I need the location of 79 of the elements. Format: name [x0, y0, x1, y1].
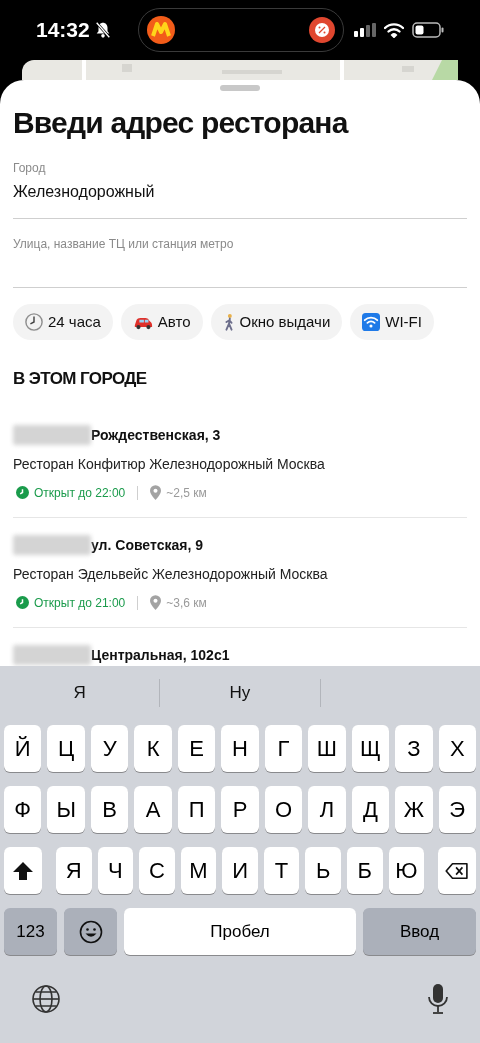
keyboard-key[interactable]: Й: [4, 725, 42, 772]
keyboard-key[interactable]: П: [177, 786, 216, 833]
distance-text: ~3,6 км: [166, 594, 207, 612]
field-value: Железнодорожный: [13, 182, 156, 202]
drag-handle[interactable]: [220, 85, 260, 91]
keyboard-key[interactable]: Е: [177, 725, 216, 772]
restaurant-address: Рождественская, 3: [91, 425, 221, 445]
city-field[interactable]: Город Железнодорожный: [13, 159, 467, 219]
keyboard-key[interactable]: У: [90, 725, 129, 772]
restaurant-name: Ресторан Конфитюр Железнодорожный Москва: [13, 454, 326, 474]
keyboard-key[interactable]: М: [180, 847, 217, 894]
keyboard-key[interactable]: Т: [263, 847, 300, 894]
restaurant-item[interactable]: ул. Советская, 9 Ресторан Эдельвейс Железнодорожный Москва Открыт до 21:00 ~3,6 км: [13, 534, 467, 628]
battery-icon: [412, 22, 444, 38]
word-suggestion[interactable]: Я: [73, 680, 86, 706]
distance-text: ~2,5 км: [166, 484, 207, 502]
open-status: Открыт до 21:00: [34, 594, 126, 612]
filter-chip[interactable]: WI-FI: [350, 304, 434, 340]
globe-icon[interactable]: [31, 984, 61, 1014]
keyboard-key[interactable]: Ю: [388, 847, 425, 894]
clock-icon: [25, 313, 43, 331]
keyboard-key[interactable]: Д: [351, 786, 390, 833]
wifi-icon: [362, 313, 381, 331]
keyboard-key[interactable]: Ч: [97, 847, 134, 894]
street-input-field[interactable]: Улица, название ТЦ или станция метро: [13, 235, 467, 288]
keyboard-key[interactable]: К: [134, 725, 172, 772]
app-logo-icon: [147, 16, 175, 44]
keyboard-key[interactable]: И: [222, 847, 258, 894]
wifi-icon: [384, 22, 404, 38]
location-pin-icon: [150, 485, 162, 500]
restaurant-item[interactable]: Центральная, 102с1: [13, 644, 467, 666]
keyboard-key[interactable]: Ь: [305, 847, 341, 894]
return-key[interactable]: Ввод: [363, 908, 476, 955]
keyboard-key[interactable]: Х: [438, 725, 476, 772]
word-suggestion[interactable]: Ну: [229, 680, 251, 706]
emoji-key[interactable]: [64, 908, 117, 955]
backspace-key[interactable]: [438, 847, 477, 894]
section-heading: В ЭТОМ ГОРОДЕ: [13, 368, 148, 390]
keyboard-key[interactable]: В: [90, 786, 129, 833]
keyboard-key[interactable]: Ж: [395, 786, 433, 833]
backspace-icon: [445, 861, 470, 880]
restaurant-address: ул. Советская, 9: [91, 535, 203, 555]
location-pin-icon: [150, 595, 162, 610]
keyboard-key[interactable]: Г: [264, 725, 303, 772]
keyboard-key[interactable]: А: [134, 786, 172, 833]
sheet-title: Введи адрес ресторана: [13, 105, 350, 141]
space-key[interactable]: Пробел: [124, 908, 356, 955]
keyboard-key[interactable]: Л: [308, 786, 346, 833]
clock-time: 14:32: [36, 17, 90, 44]
keyboard-key[interactable]: Щ: [351, 725, 390, 772]
keyboard-key[interactable]: Ш: [308, 725, 346, 772]
keyboard-key[interactable]: З: [395, 725, 433, 772]
discount-badge-icon: [309, 17, 335, 43]
keyboard-key[interactable]: Ф: [4, 786, 42, 833]
keyboard-key[interactable]: Я: [56, 847, 92, 894]
filter-chip[interactable]: Авто: [120, 304, 203, 340]
keyboard-key[interactable]: Н: [221, 725, 259, 772]
clock-icon: [16, 596, 29, 609]
filter-chip[interactable]: Окно выдачи: [210, 304, 343, 340]
filter-chip[interactable]: 24 часа: [13, 304, 113, 340]
keyboard-key[interactable]: Р: [221, 786, 259, 833]
keyboard-key[interactable]: Ы: [47, 786, 85, 833]
restaurant-item[interactable]: Рождественская, 3 Ресторан Конфитюр Железнодорожный Москва Открыт до 22:00 ~2,5 км: [13, 424, 467, 518]
keyboard-key[interactable]: Б: [346, 847, 383, 894]
keyboard-key[interactable]: Ц: [47, 725, 85, 772]
clock-icon: [16, 486, 29, 499]
keyboard-key[interactable]: Э: [438, 786, 476, 833]
open-status: Открыт до 22:00: [34, 484, 126, 502]
field-label: Город: [13, 160, 47, 177]
signal-icon: [354, 23, 376, 37]
emoji-icon: [78, 919, 103, 944]
shift-icon: [12, 860, 34, 881]
restaurant-address: Центральная, 102с1: [91, 645, 230, 665]
keyboard-key[interactable]: С: [139, 847, 175, 894]
microphone-icon[interactable]: [427, 983, 449, 1015]
keyboard-key[interactable]: О: [264, 786, 303, 833]
restaurant-name: Ресторан Эдельвейс Железнодорожный Москва: [13, 564, 329, 584]
shift-key[interactable]: [4, 847, 42, 894]
numbers-key[interactable]: 123: [4, 908, 57, 955]
